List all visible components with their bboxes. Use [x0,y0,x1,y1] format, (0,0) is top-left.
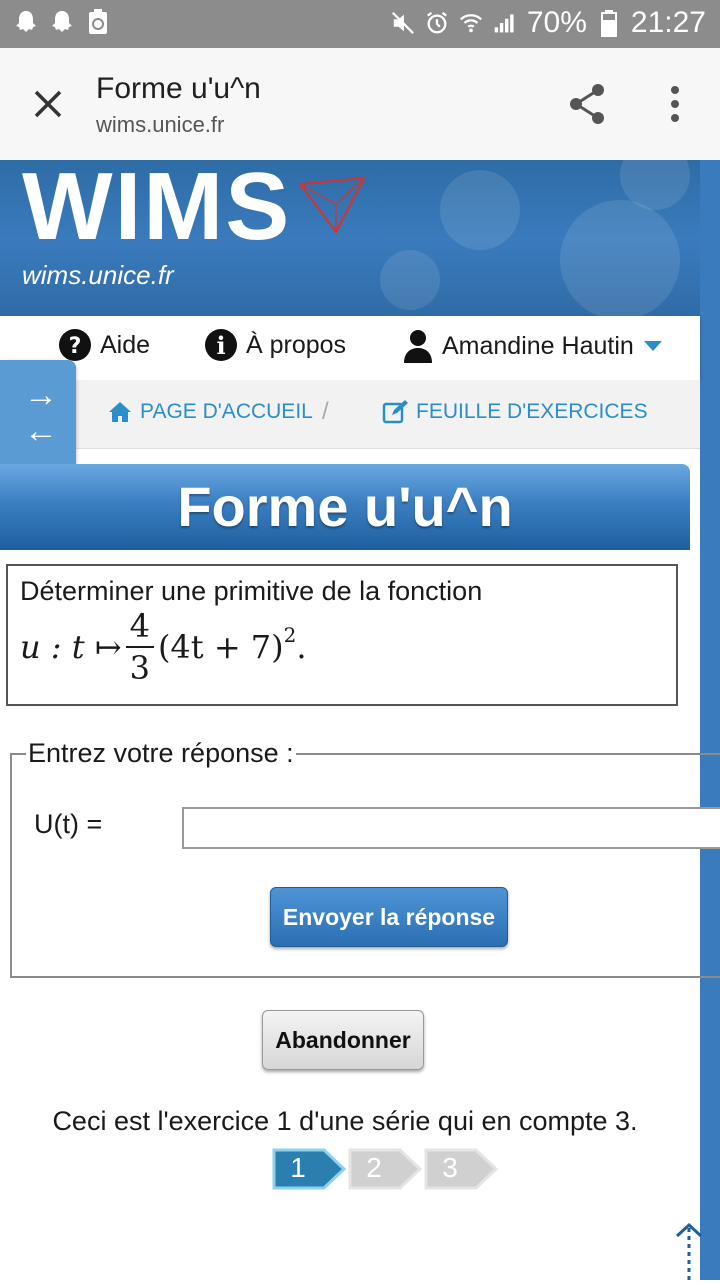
share-icon[interactable] [566,82,610,126]
mute-icon [391,9,415,37]
math-formula: u : t ↦ 4 3 (4t + 7) 2 . [20,606,307,688]
sidebar-toggle-button[interactable]: → ← [0,360,76,474]
breadcrumb-home[interactable]: PAGE D'ACCUEIL [108,400,313,424]
exercise-statement: Déterminer une primitive de la fonction … [6,564,678,706]
wims-logo[interactable]: WIMS [22,160,291,262]
answer-label: U(t) = [34,809,103,839]
exercise-title: Forme u'u^n [177,475,513,538]
breadcrumb: PAGE D'ACCUEIL / FEUILLE D'EXERCICES [0,380,700,449]
status-bar: 70% 21:27 [0,0,720,48]
step-3[interactable]: 3 [424,1148,498,1190]
breadcrumb-separator: / [322,398,329,425]
fraction-denominator: 3 [129,649,150,687]
wifi-icon [459,9,483,37]
breadcrumb-home-label: PAGE D'ACCUEIL [140,400,313,423]
breadcrumb-sheet[interactable]: FEUILLE D'EXERCICES [382,400,648,424]
edit-icon [382,400,408,424]
menu-about[interactable]: i À propos [204,328,346,362]
exercise-steps: 1 2 3 [272,1148,500,1190]
arrow-left-icon: ← [24,412,58,450]
ghost-notification-icon [14,8,38,36]
caret-down-icon [643,341,662,351]
submit-answer-button[interactable]: Envoyer la réponse [270,887,508,947]
statement-text: Déterminer une primitive de la fonction [20,576,483,606]
home-icon [109,402,131,422]
menu-about-label: À propos [246,330,347,359]
site-banner: WIMS wims.unice.fr [0,160,700,320]
battery-icon [597,9,621,37]
page-url[interactable]: wims.unice.fr [96,112,224,138]
alarm-icon [425,9,449,37]
formula-fraction: 4 3 [125,606,154,688]
svg-text:?: ? [69,334,82,359]
ghost-notification-icon-2 [50,8,74,36]
browser-toolbar: Forme u'u^n wims.unice.fr [0,48,720,161]
clock: 21:27 [630,6,706,39]
breadcrumb-sheet-label: FEUILLE D'EXERCICES [416,400,648,423]
abandon-button[interactable]: Abandonner [262,1010,424,1070]
step-2-label: 2 [366,1152,382,1183]
formula-trail: . [296,628,307,666]
step-1[interactable]: 1 [272,1148,346,1190]
answer-input[interactable] [182,807,720,849]
wims-triangle-logo-icon [298,176,366,234]
page-right-border [700,160,720,1280]
arrow-right-icon: → [24,376,58,414]
fraction-numerator: 4 [125,606,154,648]
step-2[interactable]: 2 [348,1148,422,1190]
svg-text:i: i [216,331,225,360]
more-options-icon[interactable] [660,82,690,126]
question-icon: ? [59,329,91,361]
menu-help[interactable]: ? Aide [58,328,150,362]
menu-user[interactable]: Amandine Hautin [402,328,664,364]
banner-subtitle: wims.unice.fr [22,260,174,290]
answer-fieldset: Entrez votre réponse : U(t) = Envoyer la… [10,738,720,978]
close-icon[interactable] [28,84,68,124]
formula-body: (4t + 7) [157,628,284,666]
step-3-label: 3 [442,1152,458,1183]
series-info: Ceci est l'exercice 1 d'une série qui en… [52,1106,638,1136]
info-icon: i [205,329,237,361]
scroll-top-icon[interactable] [674,1222,704,1280]
menu-user-label: Amandine Hautin [442,331,634,360]
step-1-label: 1 [290,1152,306,1183]
answer-legend: Entrez votre réponse : [28,738,294,768]
formula-exponent: 2 [283,623,297,647]
exercise-title-bar: Forme u'u^n [0,464,690,550]
top-menu: ? Aide i À propos Amandine Hautin [0,316,700,380]
signal-icon [493,9,517,37]
tab-title: Forme u'u^n [96,72,261,105]
user-icon [404,330,432,363]
battery-percent: 70% [526,6,587,39]
formula-lhs: u : t ↦ [20,628,122,666]
menu-help-label: Aide [100,330,151,359]
recycle-battery-icon [86,8,110,36]
